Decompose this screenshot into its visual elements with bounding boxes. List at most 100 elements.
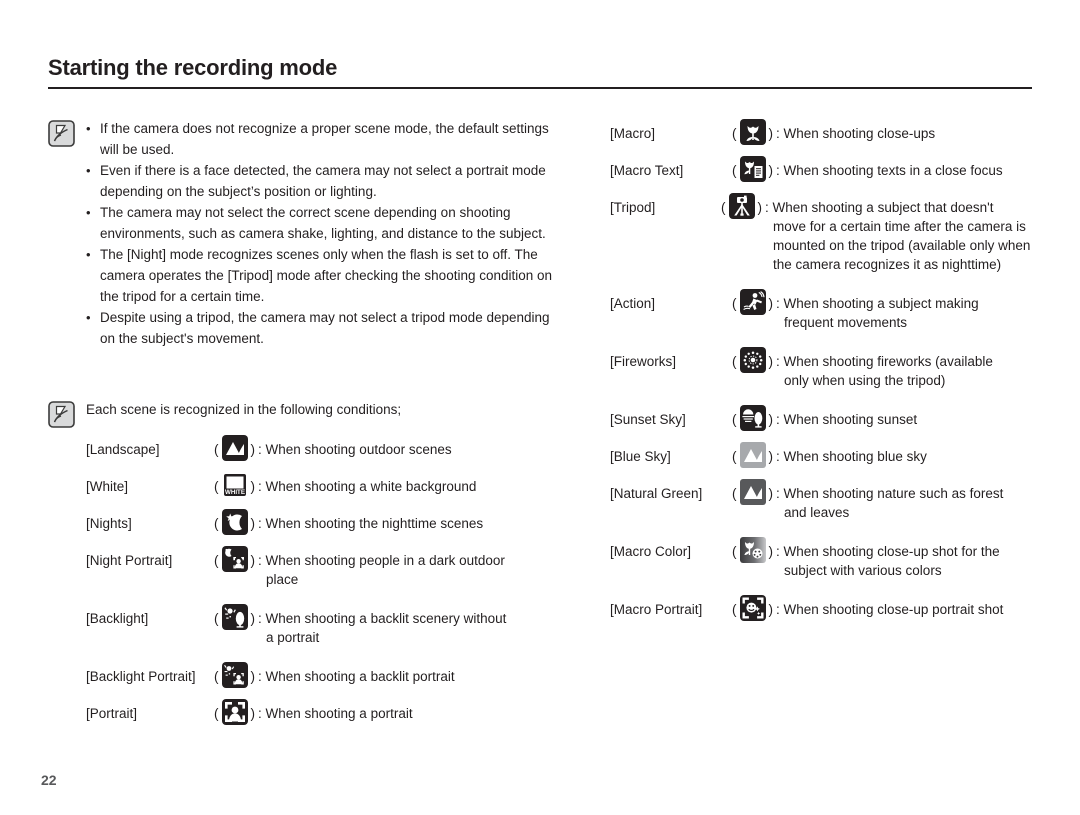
- night-moon-star-icon: [221, 508, 249, 536]
- notes-block: If the camera does not recognize a prope…: [48, 118, 558, 349]
- scene-desc: : When shooting a subject that doesn't m…: [762, 192, 1040, 274]
- memo-note-icon: [48, 401, 75, 428]
- paren-open: (: [214, 706, 219, 721]
- sunset-sky-icon: [739, 404, 767, 432]
- paren-open: (: [732, 163, 737, 178]
- scene-desc-line: : When shooting a subject that doesn't: [765, 200, 994, 215]
- paren-open: (: [214, 516, 219, 531]
- scene-row: [Macro Portrait] ( ): When shooting clo…: [610, 594, 1040, 622]
- landscape-icon: [221, 434, 249, 462]
- natural-green-icon: [739, 478, 767, 506]
- paren-open: (: [732, 412, 737, 427]
- scenes-intro-text: Each scene is recognized in the followin…: [86, 402, 402, 417]
- scene-name: [Backlight Portrait]: [86, 669, 196, 684]
- macro-portrait-icon: [739, 594, 767, 622]
- scene-desc-line: : When shooting outdoor scenes: [258, 442, 452, 457]
- scenes-intro-block: Each scene is recognized in the followin…: [48, 399, 558, 726]
- scene-desc: : When shooting texts in a close focus: [773, 155, 1003, 180]
- scene-row: [Portrait] ( ) : When shooting a portrai…: [86, 698, 558, 726]
- manual-page: Starting the recording mode If the camer…: [0, 0, 1080, 815]
- scene-name: [Macro]: [610, 126, 656, 141]
- scene-desc-line: : When shooting a portrait: [258, 706, 413, 721]
- scene-desc: : When shooting people in a dark outdoor…: [255, 545, 505, 589]
- scene-name: [Action]: [610, 296, 656, 311]
- scene-desc-line: : When shooting texts in a close focus: [776, 163, 1003, 178]
- scene-name: [Tripod]: [610, 200, 656, 215]
- scene-desc-line: : When shooting people in a dark outdoor: [258, 553, 505, 568]
- scene-name: [White]: [86, 479, 129, 494]
- scene-desc-cont: subject with various colors: [784, 563, 942, 578]
- scene-desc-line: : When shooting fireworks (available: [776, 354, 993, 369]
- scene-name: [Sunset Sky]: [610, 412, 686, 427]
- scene-name: [Nights]: [86, 516, 132, 531]
- scene-desc-cont: frequent movements: [784, 315, 908, 330]
- scene-row: [Sunset Sky] ( ) : When shooting sunset: [610, 404, 1040, 432]
- scene-desc-line: : When shooting a white background: [258, 479, 477, 494]
- paren-open: (: [732, 126, 737, 141]
- paren-open: (: [214, 479, 219, 494]
- note-item: The [Night] mode recognizes scenes only …: [86, 244, 558, 307]
- scene-name: [Portrait]: [86, 706, 138, 721]
- left-scene-list: [Landscape] ( ) : When shooting outdoor …: [86, 434, 558, 726]
- scene-desc: : When shooting a white background: [255, 471, 476, 496]
- paren-open: (: [732, 602, 737, 617]
- scene-desc-line: : When shooting the nighttime scenes: [258, 516, 484, 531]
- action-runner-icon: [739, 288, 767, 316]
- scene-name: [Landscape]: [86, 442, 160, 457]
- scene-desc: : When shooting close-up shot for the su…: [773, 536, 1000, 580]
- note-item: The camera may not select the correct sc…: [86, 202, 558, 244]
- scene-desc: : When shooting a subject making frequen…: [773, 288, 979, 332]
- right-column: [Macro] ( ) : When shooting close-ups [M…: [610, 118, 1040, 631]
- scene-desc-line: : When shooting a subject making: [776, 296, 979, 311]
- page-number: 22: [41, 772, 57, 788]
- scene-name: [Natural Green]: [610, 486, 703, 501]
- paren-open: (: [732, 486, 737, 501]
- scene-desc: : When shooting blue sky: [773, 441, 927, 466]
- scene-desc-line: : When shooting a backlit portrait: [258, 669, 455, 684]
- portrait-icon: [221, 698, 249, 726]
- note-item: Even if there is a face detected, the ca…: [86, 160, 558, 202]
- tripod-icon: [728, 192, 756, 220]
- title-divider: [48, 87, 1032, 89]
- blue-sky-icon: [739, 441, 767, 469]
- scene-desc-line: : When shooting a backlit scenery withou…: [258, 611, 507, 626]
- scene-row: [Landscape] ( ) : When shooting outdoor …: [86, 434, 558, 462]
- scene-desc: : When shooting a backlit scenery withou…: [255, 603, 506, 647]
- scene-desc-cont: place: [266, 572, 299, 587]
- scene-row: [Night Portrait] (): When shooting peo…: [86, 545, 558, 589]
- scene-name: [Backlight]: [86, 611, 149, 626]
- paren-open: (: [732, 544, 737, 559]
- scene-name: [Macro Portrait]: [610, 602, 703, 617]
- scene-desc: : When shooting nature such as forest an…: [773, 478, 1003, 522]
- paren-open: (: [732, 296, 737, 311]
- night-portrait-icon: [221, 545, 249, 573]
- scene-row: [Tripod] ( ) : When shooting a subject t…: [610, 192, 1040, 274]
- scene-desc-line: : When shooting sunset: [776, 412, 918, 427]
- scene-desc-cont: only when using the tripod): [784, 373, 946, 388]
- svg-text:WHITE: WHITE: [225, 489, 245, 496]
- scene-desc-cont: and leaves: [784, 505, 850, 520]
- scene-desc: : When shooting outdoor scenes: [255, 434, 452, 459]
- notes-list: If the camera does not recognize a prope…: [86, 118, 558, 349]
- macro-color-icon: [739, 536, 767, 564]
- scene-desc: : When shooting a portrait: [255, 698, 413, 723]
- scene-desc: : When shooting the nighttime scenes: [255, 508, 483, 533]
- page-title: Starting the recording mode: [48, 55, 338, 80]
- macro-tulip-icon: [739, 118, 767, 146]
- page-header: Starting the recording mode: [48, 55, 1032, 89]
- scene-row: [Backlight Portrait] (): When shooting…: [86, 661, 558, 689]
- scene-name: [Macro Text]: [610, 163, 684, 178]
- scene-name: [Night Portrait]: [86, 553, 173, 568]
- paren-open: (: [214, 553, 219, 568]
- left-column: If the camera does not recognize a prope…: [48, 118, 558, 735]
- memo-note-icon: [48, 120, 75, 147]
- scene-desc-line: : When shooting close-up portrait shot: [776, 602, 1004, 617]
- paren-open: (: [214, 669, 219, 684]
- paren-open: (: [732, 354, 737, 369]
- fireworks-icon: [739, 346, 767, 374]
- scene-desc: : When shooting sunset: [773, 404, 917, 429]
- backlight-portrait-icon: [221, 661, 249, 689]
- paren-open: (: [732, 449, 737, 464]
- scene-row: [Backlight] (): When shooting a backli…: [86, 603, 558, 647]
- scene-desc-cont: a portrait: [266, 630, 320, 645]
